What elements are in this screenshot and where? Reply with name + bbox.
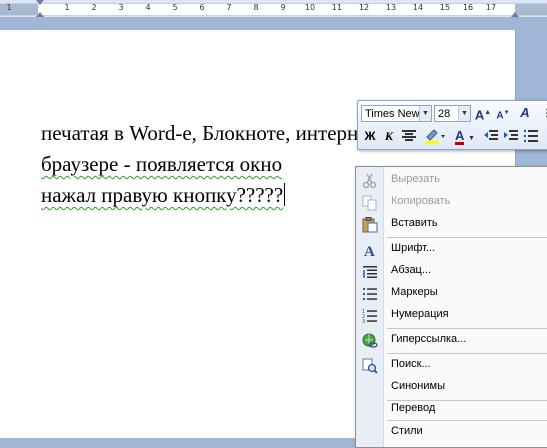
ruler-number: 9	[280, 3, 286, 12]
menu-item-paragraph[interactable]: Абзац...	[356, 261, 547, 283]
decrease-indent-button[interactable]	[482, 127, 500, 145]
highlight-button[interactable]	[422, 127, 448, 145]
bullets-icon	[363, 288, 377, 300]
menu-item-paste[interactable]: Вставить	[356, 214, 547, 236]
horizontal-ruler[interactable]: 1 1 2 3 4 5 6 7 8 9 10 11 12 13 14 15 16…	[0, 0, 547, 18]
ruler-right-margin	[515, 3, 547, 16]
grow-font-icon: A	[474, 107, 485, 123]
menu-separator	[387, 353, 547, 354]
font-size-value: 28	[438, 108, 451, 120]
numbering-icon: 1 2 3	[362, 309, 377, 324]
menu-item-translate[interactable]: Перевод	[356, 399, 547, 421]
ruler-number: 3	[118, 3, 124, 12]
shrink-font-icon: A	[496, 110, 504, 122]
copy-icon	[362, 195, 377, 211]
menu-item-label: Шрифт...	[391, 242, 436, 254]
menu-item-label: Нумерация	[391, 308, 449, 320]
font-name-combo[interactable]: Times New ▼	[361, 105, 432, 122]
ruler-number: 2	[91, 3, 97, 12]
menu-item-label: Вырезать	[391, 173, 440, 185]
highlighter-icon	[425, 129, 445, 144]
ruler-number: 8	[253, 3, 259, 12]
styles-button[interactable]: A	[516, 104, 534, 122]
menu-item-styles[interactable]: Стили	[356, 422, 547, 444]
align-center-button[interactable]	[400, 127, 418, 145]
increase-indent-button[interactable]	[502, 127, 520, 145]
font-size-combo[interactable]: 28 ▼	[434, 105, 471, 122]
ruler-number: 12	[358, 3, 370, 12]
ruler-number: 13	[385, 3, 397, 12]
decrease-indent-icon	[484, 130, 498, 140]
italic-icon: К	[384, 129, 394, 143]
hyperlink-icon	[362, 333, 378, 348]
paragraph-icon	[363, 266, 377, 278]
bullets-button[interactable]	[522, 127, 540, 145]
paste-icon	[362, 217, 378, 233]
svg-text:A: A	[364, 244, 375, 258]
menu-item-label: Синонимы	[391, 380, 445, 392]
menu-item-font[interactable]: A Шрифт...	[356, 239, 547, 261]
ruler-number: 6	[199, 3, 205, 12]
ruler-number: 14	[412, 3, 424, 12]
ruler-number: 11	[331, 3, 343, 12]
ruler-number: 15	[439, 3, 451, 12]
menu-item-copy[interactable]: Копировать	[356, 192, 547, 214]
ruler-number: 1	[6, 3, 12, 12]
text-cursor	[284, 183, 286, 206]
ruler-number: 5	[172, 3, 178, 12]
bullets-icon	[524, 130, 538, 142]
menu-separator	[387, 328, 547, 329]
chevron-down-icon[interactable]: ▼	[458, 106, 470, 121]
italic-button[interactable]: К	[380, 127, 398, 145]
menu-item-synonyms[interactable]: Синонимы	[356, 377, 547, 399]
svg-text:3: 3	[362, 319, 365, 324]
left-indent-marker[interactable]	[36, 12, 44, 17]
document-line-text[interactable]: печатая в Word-е, Блокноте, интернет	[41, 121, 377, 145]
mini-toolbar[interactable]: Times New ▼ 28 ▼ A▲ A▼ A ⋮ Ж К A ▼	[357, 100, 547, 150]
menu-item-cut[interactable]: Вырезать	[356, 170, 547, 192]
shrink-font-button[interactable]: A▼	[494, 104, 512, 122]
font-icon: A	[364, 244, 375, 258]
more-options-icon[interactable]: ⋮	[538, 105, 547, 123]
menu-item-search[interactable]: Поиск...	[356, 355, 547, 377]
grow-font-button[interactable]: A▲	[474, 104, 492, 122]
context-menu[interactable]: Вырезать Копировать Вставить A Шрифт...	[355, 166, 547, 448]
menu-separator	[387, 420, 547, 421]
search-icon	[362, 358, 378, 374]
scissors-icon	[362, 173, 377, 189]
ruler-number: 7	[226, 3, 232, 12]
align-center-icon	[402, 130, 416, 141]
chevron-down-icon[interactable]: ▼	[468, 135, 475, 142]
first-line-indent-marker[interactable]	[36, 0, 44, 5]
menu-item-label: Вставить	[391, 217, 438, 229]
ruler-number: 1	[64, 3, 70, 12]
right-indent-marker[interactable]	[511, 12, 519, 17]
menu-item-bullets[interactable]: Маркеры	[356, 283, 547, 305]
document-line-text[interactable]: браузере - появляется окно	[41, 152, 282, 176]
menu-item-label: Абзац...	[391, 264, 432, 276]
font-name-value: Times New	[365, 108, 420, 120]
ruler-number: 4	[145, 3, 151, 12]
menu-separator	[387, 237, 547, 238]
menu-item-label: Перевод	[391, 402, 436, 414]
menu-item-hyperlink[interactable]: Гиперссылка...	[356, 330, 547, 352]
menu-item-label: Копировать	[391, 195, 451, 207]
ruler-number: 16	[462, 3, 474, 12]
chevron-down-icon[interactable]: ▼	[419, 106, 431, 121]
menu-item-label: Маркеры	[391, 286, 438, 298]
ruler-number: 17	[485, 3, 497, 12]
document-line-text[interactable]: нажал правую кнопку?????	[41, 183, 283, 207]
font-color-button[interactable]: A ▼	[452, 127, 478, 145]
menu-item-label: Гиперссылка...	[391, 333, 467, 345]
bold-button[interactable]: Ж	[361, 127, 379, 145]
ruler-number: 10	[304, 3, 316, 12]
menu-item-numbering[interactable]: 1 2 3 Нумерация	[356, 305, 547, 327]
styles-icon: A	[520, 105, 530, 120]
menu-item-label: Поиск...	[391, 358, 431, 370]
bold-icon: Ж	[364, 129, 376, 143]
font-color-icon: A	[455, 128, 465, 145]
menu-item-label: Стили	[391, 425, 423, 437]
increase-indent-icon	[504, 130, 518, 140]
